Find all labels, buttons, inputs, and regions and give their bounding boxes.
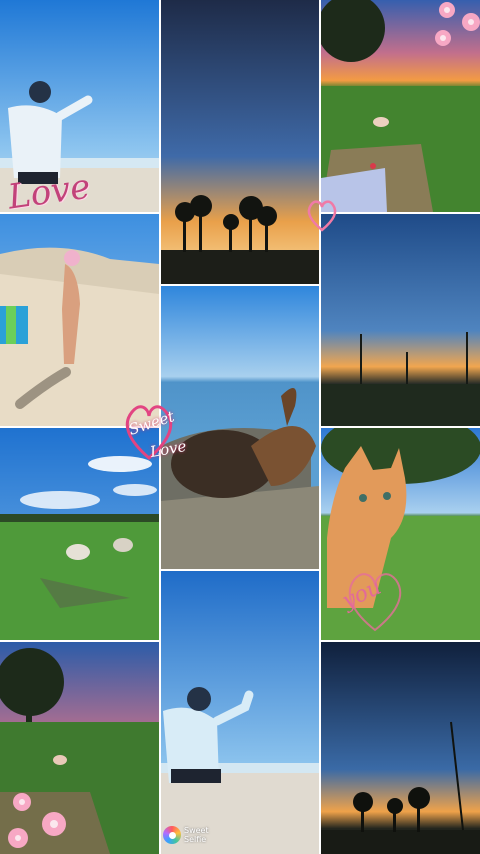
photo-park-sunset-tree [0,642,159,854]
photo-beach-woman-standing [0,214,159,426]
sweet-selfie-logo-icon [163,826,181,844]
watermark-text: Sweet Selfie [184,826,220,844]
watermark-line1: Sweet [184,826,209,835]
photo-man-beach-sitting [161,571,319,854]
watermark-line2: Selfie [184,835,207,844]
photo-dusk-palms [321,642,480,854]
flower-sticker-icon [435,2,480,46]
heart-outline-icon [307,200,337,232]
photo-sea-lion [161,286,319,569]
photo-sunset-palms [161,0,319,284]
sweet-selfie-watermark: Sweet Selfie [163,826,220,844]
photo-park-sunset-shoes [321,0,480,212]
photo-dusk-lampposts [321,214,480,426]
flower-sticker-icon [8,793,66,848]
